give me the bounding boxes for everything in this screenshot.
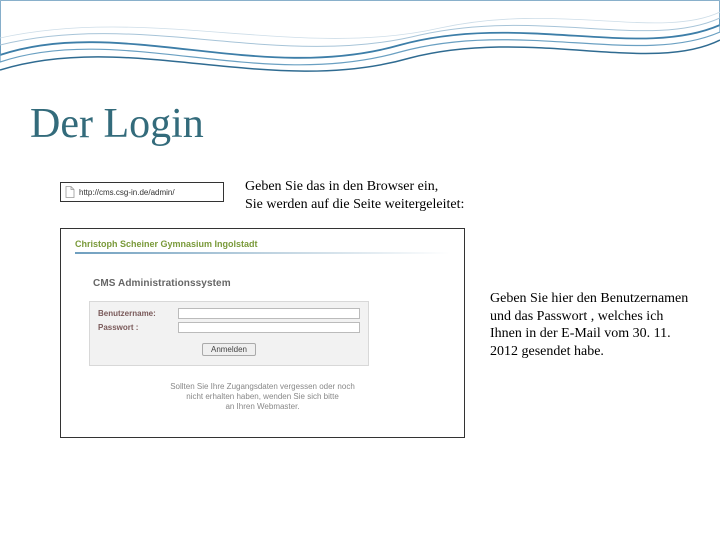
cms-subtitle: CMS Administrationssystem (93, 278, 450, 289)
cms-site-header: Christoph Scheiner Gymnasium Ingolstadt (75, 239, 450, 251)
password-label: Passwort : (98, 323, 178, 332)
username-row: Benutzername: (98, 308, 360, 319)
instruction-line: Sie werden auf die Seite weitergeleitet: (245, 196, 464, 214)
cms-footer-text: Sollten Sie Ihre Zugangsdaten vergessen … (75, 382, 450, 412)
page-title: Der Login (30, 100, 204, 148)
login-panel: Benutzername: Passwort : Anmelden (89, 301, 369, 366)
header-divider (75, 252, 450, 254)
footer-line: nicht erhalten haben, wenden Sie sich bi… (75, 392, 450, 402)
password-input[interactable] (178, 322, 360, 333)
url-bar-screenshot: http://cms.csg-in.de/admin/ (60, 182, 224, 202)
login-button[interactable]: Anmelden (202, 343, 256, 356)
submit-row: Anmelden (98, 339, 360, 357)
page-icon (64, 186, 76, 198)
cms-login-screenshot: Christoph Scheiner Gymnasium Ingolstadt … (60, 228, 465, 438)
instruction-enter-url: Geben Sie das in den Browser ein, Sie we… (245, 178, 464, 213)
instruction-credentials: Geben Sie hier den Benutzernamen und das… (490, 290, 695, 360)
username-label: Benutzername: (98, 309, 178, 318)
footer-line: an Ihren Webmaster. (75, 402, 450, 412)
instruction-line: Geben Sie das in den Browser ein, (245, 178, 464, 196)
footer-line: Sollten Sie Ihre Zugangsdaten vergessen … (75, 382, 450, 392)
header-wave (0, 0, 720, 90)
username-input[interactable] (178, 308, 360, 319)
url-text: http://cms.csg-in.de/admin/ (79, 188, 223, 197)
password-row: Passwort : (98, 322, 360, 333)
